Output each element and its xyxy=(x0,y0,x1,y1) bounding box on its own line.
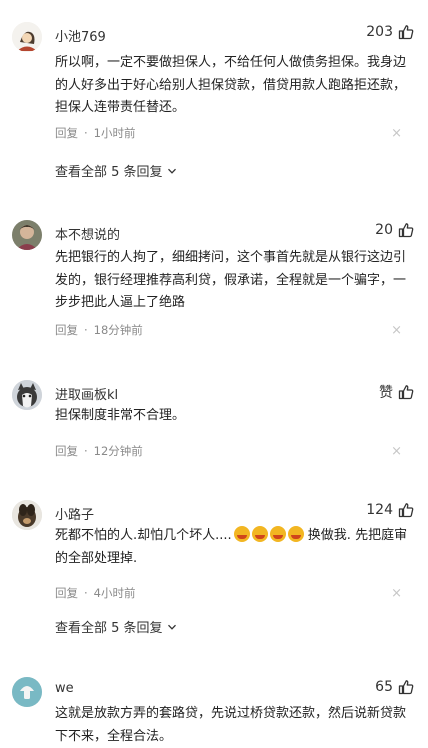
chevron-down-icon xyxy=(167,168,176,174)
chevron-down-icon xyxy=(167,624,176,630)
comment-meta: 回复 · 4小时前 xyxy=(55,585,135,601)
timestamp: 12分钟前 xyxy=(93,444,143,458)
username[interactable]: 小池769 xyxy=(55,26,106,45)
avatar[interactable] xyxy=(12,677,42,707)
avatar[interactable] xyxy=(12,22,42,52)
view-replies-button[interactable]: 查看全部 5 条回复 xyxy=(55,161,177,180)
like-count: 203 xyxy=(366,24,393,40)
thumbs-up-icon xyxy=(398,25,414,40)
like-count: 赞 xyxy=(379,385,393,401)
comment-text: 所以啊，一定不要做担保人，不给任何人做债务担保。我身边的人好多出于好心给别人担保… xyxy=(55,55,407,115)
comment-text: 担保制度非常不合理。 xyxy=(55,408,186,423)
separator-dot: · xyxy=(84,126,88,140)
close-icon[interactable]: × xyxy=(391,323,402,338)
comment-item: 本不想说的 20 先把银行的人拘了，细细拷问，这个事首先就是从银行这边引发的，银… xyxy=(0,220,428,350)
close-icon[interactable]: × xyxy=(391,444,402,459)
comment-meta: 回复 · 1小时前 xyxy=(55,125,135,141)
avatar-image xyxy=(12,380,42,410)
separator-dot: · xyxy=(84,444,88,458)
avatar[interactable] xyxy=(12,220,42,250)
view-replies-button[interactable]: 查看全部 5 条回复 xyxy=(55,617,177,636)
comment-item: we 65 这就是放款方弄的套路贷，先说过桥贷款还款，然后说新贷款下不来，全程合… xyxy=(0,677,428,744)
timestamp: 4小时前 xyxy=(93,586,136,600)
reply-button[interactable]: 回复 xyxy=(55,586,78,600)
view-replies-label: 查看全部 5 条回复 xyxy=(55,165,163,180)
like-button[interactable]: 赞 xyxy=(379,382,414,402)
reply-button[interactable]: 回复 xyxy=(55,126,78,140)
close-icon[interactable]: × xyxy=(391,126,402,141)
separator-dot: · xyxy=(84,586,88,600)
thumbs-up-icon xyxy=(398,223,414,238)
comment-item: 进取画板kl 赞 担保制度非常不合理。 回复 · 12分钟前 × xyxy=(0,380,428,460)
avatar[interactable] xyxy=(12,500,42,530)
like-count: 124 xyxy=(366,502,393,518)
view-replies-label: 查看全部 5 条回复 xyxy=(55,621,163,636)
comment-item: 小路子 124 死都不怕的人.却怕几个坏人.... 换做我. 先把庭审的全部处理… xyxy=(0,500,428,640)
comment-text: 这就是放款方弄的套路贷，先说过桥贷款还款，然后说新贷款下不来，全程合法。 xyxy=(55,706,407,744)
like-button[interactable]: 65 xyxy=(375,679,414,695)
comment-meta: 回复 · 18分钟前 xyxy=(55,322,143,338)
avatar-image xyxy=(12,677,42,707)
username[interactable]: 小路子 xyxy=(55,504,94,523)
like-count: 65 xyxy=(375,679,393,695)
comment-text: 先把银行的人拘了，细细拷问，这个事首先就是从银行这边引发的，银行经理推荐高利贷，… xyxy=(55,250,407,310)
username[interactable]: 本不想说的 xyxy=(55,224,120,243)
like-count: 20 xyxy=(375,222,393,238)
comment-text-part: 死都不怕的人.却怕几个坏人.... xyxy=(55,528,232,543)
like-button[interactable]: 20 xyxy=(375,222,414,238)
username[interactable]: we xyxy=(55,681,74,696)
crying-face-emoji xyxy=(287,526,304,542)
timestamp: 1小时前 xyxy=(93,126,136,140)
comment-text: 死都不怕的人.却怕几个坏人.... 换做我. 先把庭审的全部处理掉. xyxy=(55,525,410,570)
crying-face-emoji xyxy=(251,526,268,542)
thumbs-up-icon xyxy=(398,680,414,695)
separator-dot: · xyxy=(84,323,88,337)
crying-face-emoji xyxy=(269,526,286,542)
crying-face-emoji xyxy=(233,526,250,542)
comment-item: 小池769 203 所以啊，一定不要做担保人，不给任何人做债务担保。我身边的人好… xyxy=(0,22,428,192)
avatar-image xyxy=(12,220,42,250)
reply-button[interactable]: 回复 xyxy=(55,444,78,458)
close-icon[interactable]: × xyxy=(391,586,402,601)
reply-button[interactable]: 回复 xyxy=(55,323,78,337)
timestamp: 18分钟前 xyxy=(93,323,143,337)
thumbs-up-icon xyxy=(398,503,414,518)
thumbs-up-icon xyxy=(398,385,414,400)
avatar[interactable] xyxy=(12,380,42,410)
avatar-image xyxy=(12,500,42,530)
like-button[interactable]: 203 xyxy=(366,24,414,40)
avatar-image xyxy=(12,22,42,52)
username[interactable]: 进取画板kl xyxy=(55,384,118,403)
like-button[interactable]: 124 xyxy=(366,502,414,518)
comment-meta: 回复 · 12分钟前 xyxy=(55,443,143,459)
